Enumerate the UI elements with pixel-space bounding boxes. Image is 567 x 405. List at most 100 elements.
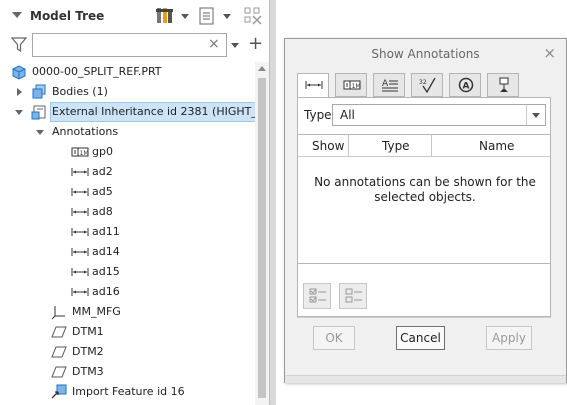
tree-item-ad15[interactable]: ad15 — [0, 262, 256, 282]
tree-item-bodies[interactable]: Bodies (1) — [0, 82, 256, 102]
tree-item-label: Bodies (1) — [52, 85, 108, 98]
column-header-show[interactable]: Show — [312, 139, 344, 153]
tree-item-ad16[interactable]: ad16 — [0, 282, 256, 302]
tree-item-ad2[interactable]: ad2 — [0, 162, 256, 182]
tree-search-row: × + — [0, 32, 269, 58]
column-header-name[interactable]: Name — [479, 139, 514, 153]
chevron-down-icon[interactable] — [532, 113, 540, 118]
tree-item-import-feature[interactable]: Import Feature id 16 — [0, 382, 256, 402]
tree-scrollbar[interactable] — [255, 62, 269, 405]
clear-search-icon[interactable]: × — [208, 36, 220, 52]
gtol-datum-icon: 1M — [71, 144, 89, 160]
type-dropdown[interactable]: All — [332, 104, 546, 126]
tab-content: Type All Show Type Name No annotations c… — [297, 97, 551, 317]
tree-layout-icon[interactable] — [243, 6, 263, 26]
column-header-type[interactable]: Type — [382, 139, 410, 153]
tree-item-dtm3[interactable]: DTM3 — [0, 362, 256, 382]
datum-target-tab-icon — [499, 77, 509, 92]
tree-item-label: ad14 — [92, 245, 120, 258]
tree-item-label: DTM3 — [72, 365, 104, 378]
tree-filters-icon[interactable] — [197, 6, 217, 26]
show-annotations-dialog: Show Annotations × 1M A 32 A Type All Sh… — [284, 38, 567, 383]
coordinate-system-icon — [51, 304, 67, 320]
model-tree-header: Model Tree — [0, 0, 269, 32]
dimension-tab-icon — [305, 81, 323, 89]
filter-icon[interactable] — [10, 37, 28, 53]
dimension-icon — [71, 264, 89, 280]
type-dropdown-value: All — [340, 108, 355, 122]
tree-item-label: ad2 — [92, 165, 113, 178]
expand-down-icon[interactable] — [36, 130, 44, 135]
tree-item-ad11[interactable]: ad11 — [0, 222, 256, 242]
tree-item-label: Annotations — [52, 125, 119, 138]
tree-item-ad14[interactable]: ad14 — [0, 242, 256, 262]
tab-datum-targets[interactable] — [487, 73, 519, 97]
tree-item-mm-mfg[interactable]: MM_MFG — [0, 302, 256, 322]
settings-tools-icon[interactable] — [155, 6, 175, 26]
scrollbar-thumb[interactable] — [258, 78, 266, 398]
add-filter-icon[interactable]: + — [248, 34, 263, 54]
tree-item-dtm2[interactable]: DTM2 — [0, 342, 256, 362]
tree-item-annotations[interactable]: Annotations — [0, 122, 256, 142]
annotation-list[interactable]: Show Type Name No annotations can be sho… — [298, 134, 550, 264]
column-divider[interactable] — [431, 135, 432, 157]
dimension-icon — [71, 224, 89, 240]
close-icon[interactable]: × — [543, 44, 556, 62]
search-options-dropdown-icon[interactable] — [231, 43, 239, 48]
tree-item-part[interactable]: 0000-00_SPLIT_REF.PRT — [0, 62, 256, 82]
surface-finish-tab-icon: 32 — [419, 77, 436, 93]
tab-notes[interactable]: A — [373, 73, 405, 97]
tree-item-label: ad8 — [92, 205, 113, 218]
expand-right-icon[interactable] — [17, 88, 22, 96]
svg-text:A: A — [463, 82, 470, 92]
tree-item-label: 0000-00_SPLIT_REF.PRT — [32, 65, 162, 78]
external-inheritance-icon — [31, 104, 47, 120]
symbol-tab-icon: A — [458, 77, 474, 93]
dialog-title: Show Annotations — [371, 47, 480, 61]
annotation-type-tabs: 1M A 32 A — [297, 73, 547, 98]
cancel-button[interactable]: Cancel — [396, 326, 445, 350]
tree-item-gp0[interactable]: 1M gp0 — [0, 142, 256, 162]
dimension-icon — [71, 204, 89, 220]
svg-text:32: 32 — [419, 79, 427, 86]
tree-item-label: gp0 — [92, 145, 113, 158]
deselect-all-icon — [345, 288, 362, 303]
model-tree-title: Model Tree — [30, 9, 105, 23]
apply-button[interactable]: Apply — [486, 326, 532, 350]
dialog-status-strip — [285, 375, 566, 383]
geometric-tolerance-tab-icon: 1M — [343, 80, 361, 90]
note-tab-icon: A — [382, 79, 398, 92]
tree-item-label: ad16 — [92, 285, 120, 298]
tree-item-ad5[interactable]: ad5 — [0, 182, 256, 202]
tree-item-ad8[interactable]: ad8 — [0, 202, 256, 222]
tree-item-label: ad15 — [92, 265, 120, 278]
panel-sash[interactable] — [269, 0, 276, 405]
footer-divider — [297, 317, 551, 318]
empty-list-message: No annotations can be shown for the sele… — [314, 175, 536, 204]
select-all-button[interactable] — [303, 283, 331, 309]
tab-surface-finishes[interactable]: 32 — [411, 73, 443, 97]
deselect-all-button[interactable] — [339, 283, 367, 309]
tab-geometric-tolerances[interactable]: 1M — [335, 73, 367, 97]
collapse-panel-icon[interactable] — [12, 12, 22, 18]
import-feature-icon — [51, 384, 67, 400]
dimension-icon — [71, 284, 89, 300]
tree-item-label: ad5 — [92, 185, 113, 198]
expand-down-icon[interactable] — [15, 110, 23, 115]
tree-search-input[interactable] — [32, 33, 227, 57]
datum-plane-icon — [51, 344, 67, 360]
tab-dimensions[interactable] — [297, 73, 329, 98]
tree-item-external-inheritance[interactable]: External Inheritance id 2381 (HIGHT_VIS — [0, 102, 275, 122]
tree-item-dtm1[interactable]: DTM1 — [0, 322, 256, 342]
ok-button[interactable]: OK — [313, 326, 355, 350]
model-tree: 0000-00_SPLIT_REF.PRT Bodies (1) Externa… — [0, 62, 275, 405]
list-header: Show Type Name — [298, 135, 550, 157]
column-divider[interactable] — [348, 135, 349, 157]
type-label: Type — [304, 108, 332, 122]
tab-symbols[interactable]: A — [449, 73, 481, 97]
bodies-icon — [31, 84, 47, 100]
show-dropdown-icon[interactable] — [223, 14, 231, 19]
dimension-icon — [71, 244, 89, 260]
scroll-up-icon[interactable] — [258, 66, 266, 71]
settings-dropdown-icon[interactable] — [181, 14, 189, 19]
